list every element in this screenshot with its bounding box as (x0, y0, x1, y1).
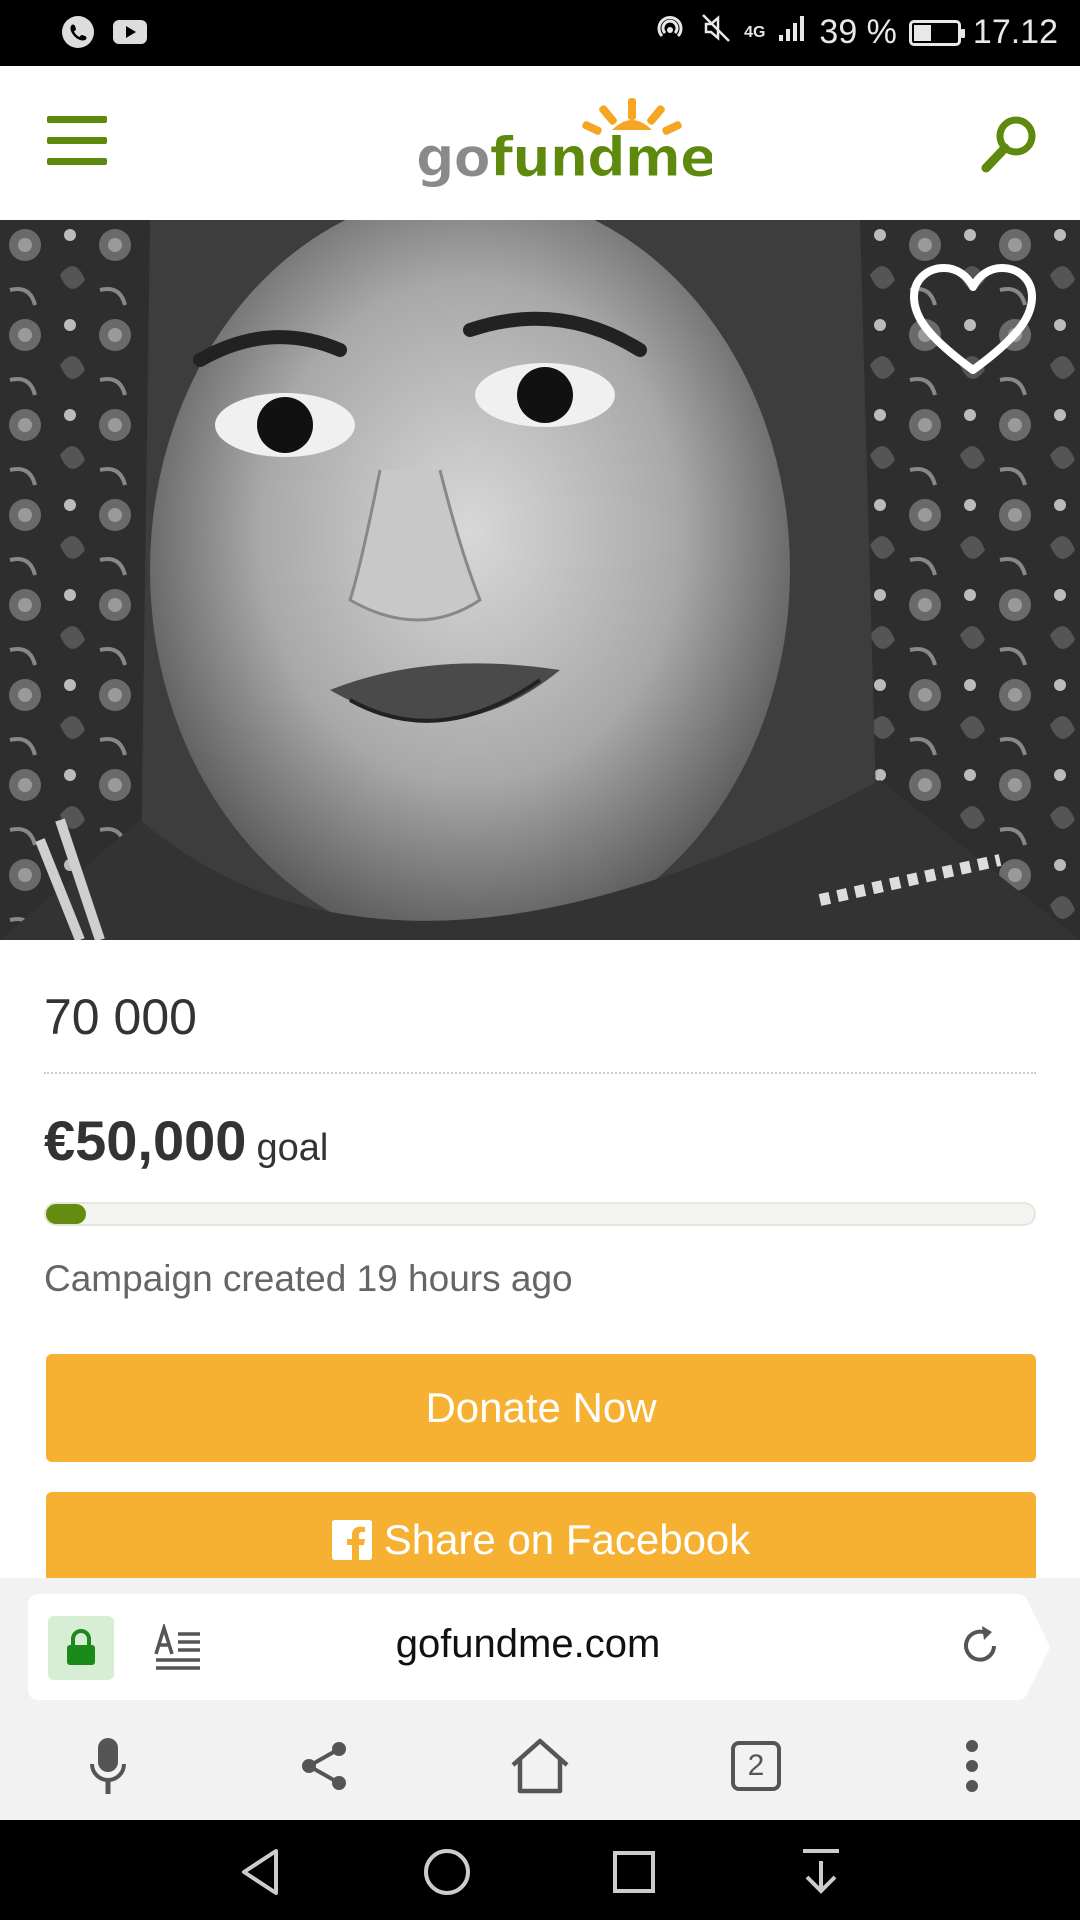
battery-icon (908, 19, 965, 46)
share-on-facebook-button[interactable]: Share on Facebook (46, 1492, 1036, 1588)
browser-nav-row: 2 (0, 1726, 1080, 1806)
mute-icon (700, 12, 732, 53)
home-circle-icon[interactable] (417, 1842, 477, 1902)
address-bar[interactable]: gofundme.com (28, 1594, 1050, 1700)
status-bar: 4G 39 % 17.12 (0, 0, 1080, 66)
share-icon[interactable] (284, 1726, 364, 1806)
notification-pulldown-icon[interactable] (791, 1842, 851, 1902)
recent-apps-icon[interactable] (604, 1842, 664, 1902)
search-icon[interactable] (978, 112, 1042, 176)
back-icon[interactable] (230, 1842, 290, 1902)
donate-now-button[interactable]: Donate Now (46, 1354, 1036, 1462)
microphone-icon[interactable] (68, 1726, 148, 1806)
battery-percent: 39 % (819, 13, 897, 51)
site-header: gofundme (0, 66, 1080, 221)
youtube-icon (112, 14, 148, 50)
heart-icon[interactable] (908, 262, 1038, 380)
hamburger-menu-icon[interactable] (47, 116, 107, 166)
url-text: gofundme.com (395, 1622, 661, 1666)
funding-progress-bar (44, 1202, 1036, 1226)
campaign-created-text: Campaign created 19 hours ago (44, 1258, 573, 1299)
logo-text: gofundme (416, 126, 712, 189)
facebook-icon (331, 1520, 372, 1560)
campaign-photo (0, 220, 1080, 940)
more-options-icon[interactable] (932, 1726, 1012, 1806)
goal-label: goal (256, 1127, 329, 1169)
hotspot-icon (652, 10, 688, 55)
progress-fill (46, 1204, 86, 1224)
browser-toolbar: gofundme.com 2 (0, 1578, 1080, 1820)
signal-bars-icon (777, 13, 807, 52)
network-type: 4G (744, 23, 766, 41)
tabs-button[interactable]: 2 (716, 1726, 796, 1806)
clock: 17.12 (972, 13, 1058, 51)
donate-now-label: Donate Now (425, 1384, 657, 1431)
divider (44, 1072, 1036, 1074)
tab-count: 2 (731, 1741, 781, 1791)
goal-line: €50,000 goal (44, 1108, 328, 1173)
home-icon[interactable] (500, 1726, 580, 1806)
share-on-facebook-label: Share on Facebook (383, 1516, 751, 1563)
system-navigation-bar (0, 1820, 1080, 1920)
campaign-title: 70 000 (44, 989, 197, 1045)
goal-amount: €50,000 (44, 1109, 247, 1172)
reload-icon[interactable] (958, 1624, 1002, 1668)
phone-call-icon (60, 14, 96, 50)
gofundme-logo[interactable]: gofundme (412, 96, 717, 196)
